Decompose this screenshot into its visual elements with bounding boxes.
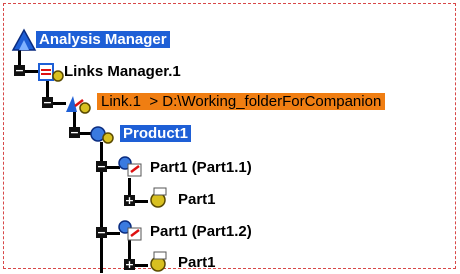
link-icon[interactable] [63, 92, 93, 116]
tree-node-product[interactable]: Product1 [120, 124, 192, 144]
part-instance-icon[interactable] [116, 218, 146, 242]
expand-toggle[interactable]: + [124, 195, 135, 206]
collapse-toggle[interactable]: − [42, 97, 53, 108]
tree-node-label: Part1 (Part1.2) [150, 223, 252, 240]
collapse-toggle[interactable]: − [14, 65, 25, 76]
tree-node-links-manager[interactable]: Links Manager.1 [64, 62, 181, 82]
tree-node-part-1[interactable]: Part1 [178, 190, 216, 210]
collapse-toggle[interactable]: − [96, 161, 107, 172]
tree-node-part-instance-2[interactable]: Part1 (Part1.2) [150, 222, 252, 242]
links-manager-icon[interactable] [36, 60, 66, 84]
link-selection: Link.1 > D:\Working_folderForCompanion [97, 93, 386, 110]
tree-node-part-2[interactable]: Part1 [178, 253, 216, 273]
part-instance-icon[interactable] [116, 154, 146, 178]
tree-node-part-instance-1[interactable]: Part1 (Part1.1) [150, 158, 252, 178]
link-name: Link.1 [101, 93, 142, 110]
collapse-toggle[interactable]: − [69, 127, 80, 138]
tree-node-label: Part1 [178, 254, 216, 271]
tree-node-label: Links Manager.1 [64, 63, 181, 80]
tree-node-label: Product1 [120, 125, 192, 142]
tree-node-link[interactable]: Link.1 > D:\Working_folderForCompanion [97, 92, 386, 112]
link-path: > D:\Working_folderForCompanion [141, 93, 382, 110]
tree-node-analysis-manager[interactable]: Analysis Manager [36, 30, 170, 50]
part-icon[interactable] [144, 250, 174, 274]
product-icon[interactable] [88, 122, 118, 146]
tree-node-label: Analysis Manager [36, 31, 170, 48]
tree-node-label: Part1 [178, 191, 216, 208]
collapse-toggle[interactable]: − [96, 227, 107, 238]
part-icon[interactable] [144, 186, 174, 210]
expand-toggle[interactable]: + [124, 259, 135, 270]
tree-node-label: Part1 (Part1.1) [150, 159, 252, 176]
